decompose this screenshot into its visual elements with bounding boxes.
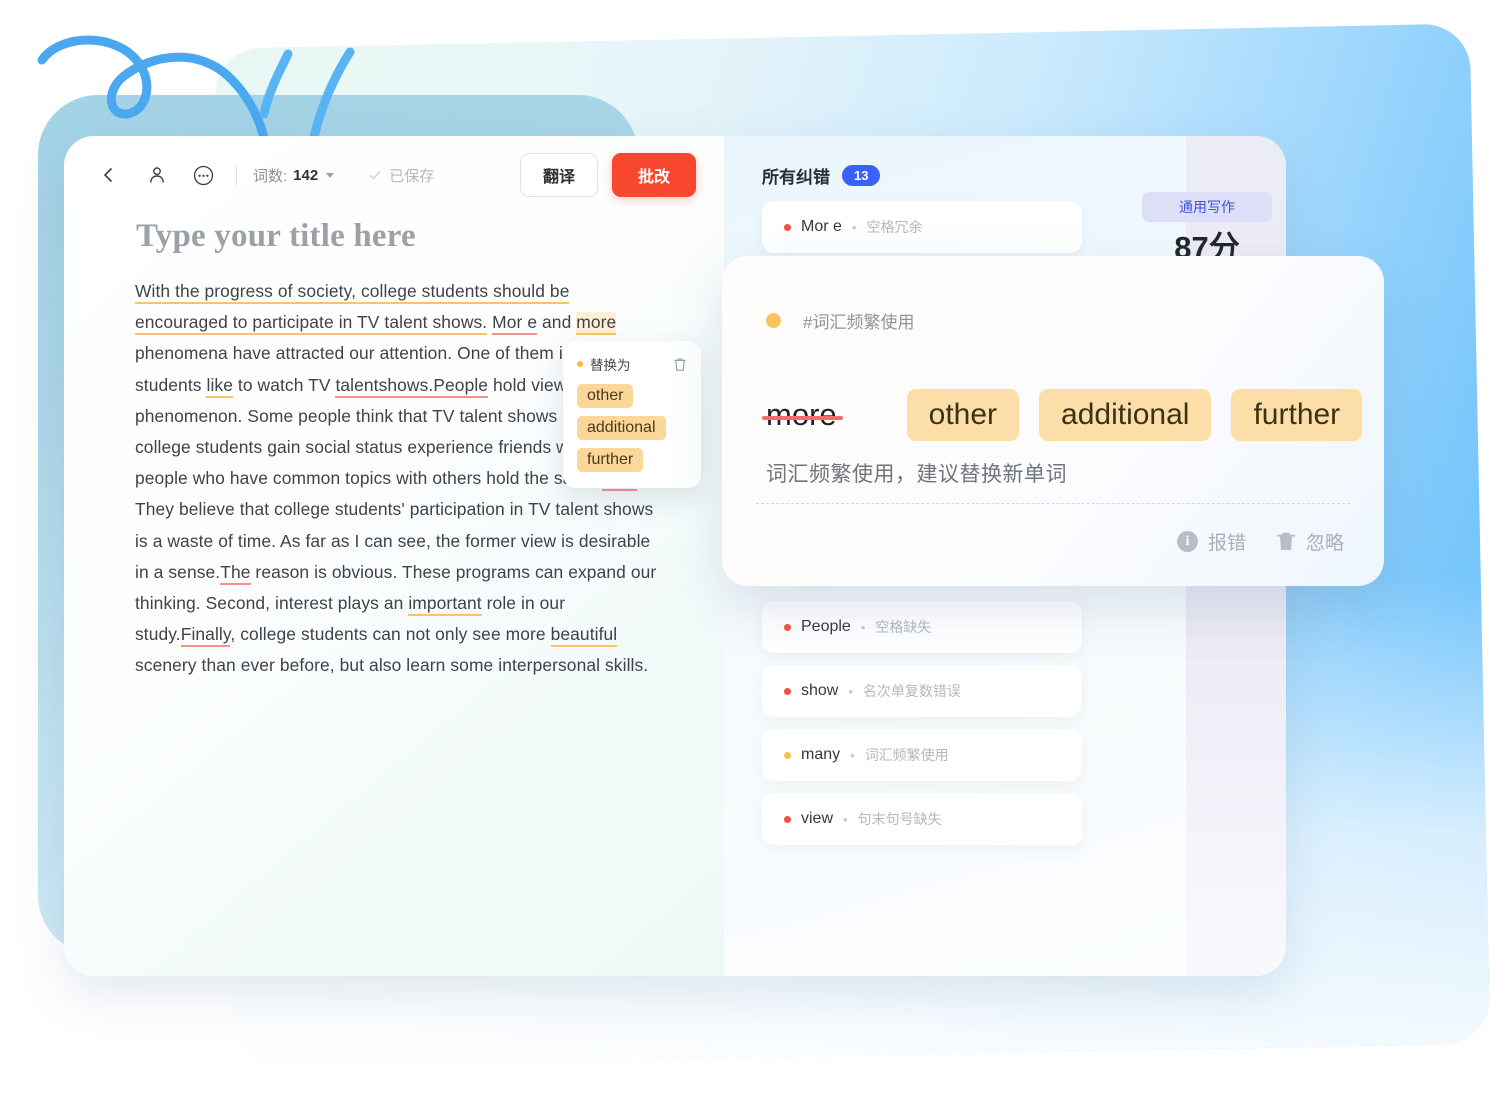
replacement-chip[interactable]: additional: [577, 416, 666, 440]
separator-dot: •: [843, 811, 848, 827]
suggestion-description: 词汇频繁使用，建议替换新单词: [766, 463, 1067, 486]
error-span-people[interactable]: People: [433, 374, 489, 398]
correct-button[interactable]: 批改: [611, 153, 696, 197]
save-status: 已保存: [368, 165, 434, 186]
replacement-chip[interactable]: other: [906, 389, 1020, 441]
replacement-chip[interactable]: other: [577, 384, 634, 408]
divider: [756, 503, 1350, 504]
report-error-button[interactable]: i 报错: [1176, 528, 1246, 555]
corrections-title: 所有纠错: [762, 168, 830, 187]
word-count-dropdown[interactable]: 词数: 142: [253, 165, 335, 186]
severity-dot-icon: [577, 361, 583, 367]
error-span-more[interactable]: more: [576, 312, 617, 336]
user-button[interactable]: [140, 158, 174, 192]
error-span-important[interactable]: important: [408, 593, 482, 617]
corrections-header: 所有纠错 13: [762, 163, 881, 188]
list-item[interactable]: view • 句末句号缺失: [762, 793, 1082, 845]
report-error-label: 报错: [1207, 533, 1246, 554]
inline-replace-label: 替换为: [590, 358, 631, 373]
screenshot-root: 词数: 142 已保存 翻译 批改 Type your title here W…: [0, 0, 1500, 1100]
chevron-left-icon: [104, 168, 112, 182]
severity-dot-icon: [784, 223, 791, 231]
document-title[interactable]: Type your title here: [136, 218, 416, 255]
toolbar-actions: 翻译 批改: [519, 153, 696, 197]
error-type: 句末句号缺失: [857, 811, 942, 827]
replacement-chip[interactable]: further: [577, 448, 644, 472]
toolbar-divider: [236, 164, 237, 186]
score-category-tag: 通用写作: [1142, 192, 1272, 222]
error-span-the[interactable]: The: [220, 561, 251, 585]
text-span: scenery than ever before, but also learn…: [135, 655, 649, 676]
separator-dot: •: [848, 683, 853, 699]
word-count-label: 词数:: [253, 167, 288, 185]
severity-dot-icon: [784, 623, 791, 631]
ignore-button[interactable]: 忽略: [1276, 528, 1344, 555]
corrections-count-badge: 13: [842, 165, 881, 186]
original-word: more: [762, 397, 843, 433]
list-item[interactable]: People • 空格缺失: [762, 601, 1082, 653]
inline-replace-title: 替换为: [577, 354, 631, 374]
inline-replace-options: other additional further: [577, 384, 687, 472]
error-span-talentshows[interactable]: talentshows.: [335, 374, 434, 398]
error-span-more-space[interactable]: Mor e: [492, 312, 538, 336]
error-word: many: [801, 746, 841, 763]
info-icon: i: [1176, 531, 1198, 552]
error-word: show: [801, 682, 839, 699]
inline-replace-header: 替换为: [577, 354, 687, 374]
suggestion-tag-row: #词汇频繁使用: [766, 308, 914, 333]
trash-icon[interactable]: [673, 357, 687, 372]
text-span: people who have common topics with other…: [135, 468, 602, 489]
inline-replace-popup: 替换为 other additional further: [563, 341, 701, 488]
ignore-label: 忽略: [1305, 533, 1344, 554]
check-icon: [369, 171, 381, 180]
save-status-label: 已保存: [389, 167, 435, 185]
more-options-button[interactable]: [186, 158, 220, 192]
error-type: 空格冗余: [866, 219, 923, 235]
severity-dot-icon: [784, 815, 791, 823]
list-item[interactable]: show • 名次单复数错误: [762, 665, 1082, 717]
suggestion-card: #词汇频繁使用 more other additional further 词汇…: [722, 256, 1384, 586]
text-span: , college students can not only see more: [230, 624, 551, 645]
replacement-chip[interactable]: additional: [1039, 389, 1212, 441]
translate-button[interactable]: 翻译: [519, 153, 598, 197]
separator-dot: •: [851, 219, 857, 235]
separator-dot: •: [860, 619, 866, 635]
editor-toolbar: 词数: 142 已保存 翻译 批改: [64, 136, 724, 214]
text-span: to watch TV: [232, 374, 336, 395]
error-word: view: [801, 810, 834, 827]
suggestion-actions: i 报错 忽略: [1176, 528, 1344, 555]
more-ellipsis-icon: [193, 165, 213, 185]
error-span-beautiful[interactable]: beautiful: [550, 624, 618, 648]
error-span-like[interactable]: like: [206, 374, 233, 398]
back-button[interactable]: [92, 158, 126, 192]
error-word: People: [801, 618, 851, 635]
separator-dot: •: [850, 747, 855, 763]
trash-icon: [1276, 532, 1295, 550]
suggestion-replacements-row: more other additional further: [762, 389, 1363, 441]
list-item[interactable]: Mor e • 空格冗余: [762, 201, 1082, 253]
error-type: 名次单复数错误: [862, 683, 961, 699]
error-type: 空格缺失: [875, 619, 932, 635]
user-icon: [150, 167, 164, 183]
list-item[interactable]: many • 词汇频繁使用: [762, 729, 1082, 781]
severity-dot-icon: [784, 687, 791, 695]
replacement-chip[interactable]: further: [1231, 389, 1363, 441]
severity-dot-icon: [766, 313, 781, 328]
error-span-finally[interactable]: Finally: [180, 624, 231, 648]
suggestion-tag-label: #词汇频繁使用: [803, 313, 915, 332]
text-span: and: [537, 312, 577, 333]
chevron-down-icon: [326, 172, 335, 178]
error-word: Mor e: [801, 218, 842, 235]
error-type: 词汇频繁使用: [864, 747, 949, 763]
severity-dot-icon: [784, 751, 791, 759]
word-count-value: 142: [293, 166, 319, 184]
